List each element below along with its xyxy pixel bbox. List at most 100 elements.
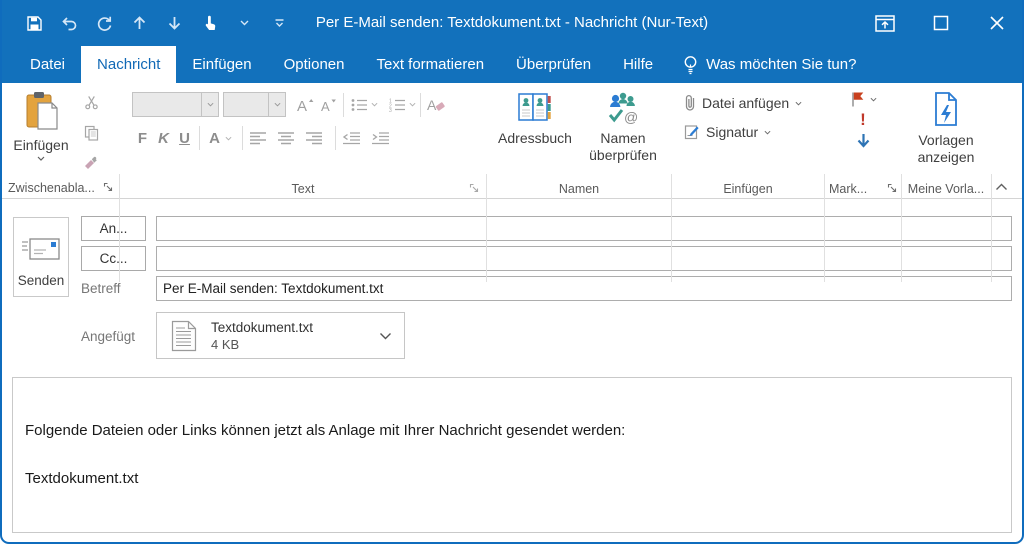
align-center-icon bbox=[275, 127, 298, 150]
tab-ueberpruefen[interactable]: Überprüfen bbox=[500, 46, 607, 83]
font-color-button: A bbox=[204, 130, 225, 147]
to-button[interactable]: An... bbox=[81, 216, 146, 241]
clear-formatting-icon: A bbox=[425, 93, 448, 116]
svg-text:3: 3 bbox=[389, 108, 392, 112]
compose-header: Senden An... Cc... Betreff Angefügt Text… bbox=[2, 199, 1022, 377]
tab-hilfe[interactable]: Hilfe bbox=[607, 46, 669, 83]
attachment-filesize: 4 KB bbox=[211, 337, 313, 352]
close-icon[interactable] bbox=[986, 12, 1008, 34]
bold-button: F bbox=[132, 130, 153, 147]
tell-me-search[interactable]: Was möchten Sie tun? bbox=[683, 46, 856, 83]
body-line-1: Folgende Dateien oder Links können jetzt… bbox=[25, 422, 997, 440]
quick-access-toolbar bbox=[24, 0, 289, 46]
redo-icon[interactable] bbox=[94, 13, 114, 33]
templates-icon bbox=[931, 91, 961, 127]
move-down-icon[interactable] bbox=[164, 13, 184, 33]
group-text: A A 123 A F bbox=[120, 83, 486, 199]
tab-einfuegen[interactable]: Einfügen bbox=[176, 46, 267, 83]
names-group-label: Namen bbox=[487, 182, 671, 196]
text-file-icon bbox=[171, 320, 197, 352]
text-group-label: Text bbox=[120, 182, 486, 196]
attach-file-label: Datei anfügen bbox=[702, 95, 789, 111]
touch-mode-icon[interactable] bbox=[199, 13, 219, 33]
signature-button[interactable]: Signatur bbox=[684, 120, 824, 144]
group-names: Adressbuch @ Namen überprüfen Namen bbox=[487, 83, 671, 199]
cc-button[interactable]: Cc... bbox=[81, 246, 146, 271]
align-left-icon bbox=[247, 127, 270, 150]
clipboard-dialog-launcher-icon[interactable] bbox=[102, 181, 115, 194]
svg-text:@: @ bbox=[624, 109, 638, 125]
address-book-label: Adressbuch bbox=[498, 130, 572, 147]
underline-button: U bbox=[174, 130, 195, 147]
collapse-ribbon-icon[interactable] bbox=[995, 183, 1008, 191]
group-tags: ! Mark... bbox=[825, 83, 901, 199]
svg-text:A: A bbox=[321, 99, 330, 113]
chevron-down-icon[interactable] bbox=[234, 13, 254, 33]
chevron-down-icon bbox=[225, 136, 232, 141]
svg-text:A: A bbox=[427, 97, 437, 113]
undo-icon[interactable] bbox=[59, 13, 79, 33]
templates-group-label: Meine Vorla... bbox=[902, 182, 990, 196]
tab-nachricht[interactable]: Nachricht bbox=[81, 46, 176, 83]
check-names-icon: @ bbox=[604, 91, 642, 125]
attachment-filename: Textdokument.txt bbox=[211, 320, 313, 335]
subject-field[interactable] bbox=[156, 276, 1012, 301]
shrink-font-icon: A bbox=[316, 93, 339, 116]
address-book-icon bbox=[517, 91, 553, 125]
tab-optionen[interactable]: Optionen bbox=[268, 46, 361, 83]
increase-indent-icon bbox=[369, 127, 392, 150]
paperclip-icon bbox=[684, 94, 696, 112]
maximize-icon[interactable] bbox=[930, 12, 952, 34]
ribbon-tab-bar: Datei Nachricht Einfügen Optionen Text f… bbox=[0, 46, 1024, 83]
font-name-select bbox=[132, 92, 219, 117]
tab-text-formatieren[interactable]: Text formatieren bbox=[361, 46, 501, 83]
font-size-select bbox=[223, 92, 286, 117]
copy-icon bbox=[84, 125, 99, 141]
minimize-icon[interactable] bbox=[874, 12, 896, 34]
format-painter-icon bbox=[83, 156, 99, 171]
chevron-down-icon bbox=[371, 102, 378, 107]
chevron-down-icon bbox=[870, 97, 877, 102]
signature-icon bbox=[684, 124, 700, 140]
group-templates: Vorlagen anzeigen Meine Vorla... bbox=[902, 83, 990, 199]
decrease-indent-icon bbox=[340, 127, 363, 150]
move-up-icon[interactable] bbox=[129, 13, 149, 33]
send-label: Senden bbox=[18, 273, 65, 288]
attach-file-button[interactable]: Datei anfügen bbox=[684, 91, 824, 115]
to-field[interactable] bbox=[156, 216, 1012, 241]
window-title: Per E-Mail senden: Textdokument.txt - Na… bbox=[316, 0, 708, 46]
save-icon[interactable] bbox=[24, 13, 44, 33]
svg-text:A: A bbox=[297, 98, 307, 113]
flag-icon bbox=[850, 91, 865, 108]
cc-field[interactable] bbox=[156, 246, 1012, 271]
attachment-options-chevron-icon[interactable] bbox=[379, 332, 392, 340]
body-line-2: Textdokument.txt bbox=[25, 470, 997, 488]
send-envelope-icon bbox=[21, 237, 61, 263]
tab-datei[interactable]: Datei bbox=[14, 46, 81, 83]
customize-quick-access-icon[interactable] bbox=[269, 13, 289, 33]
subject-label: Betreff bbox=[81, 281, 121, 296]
tags-dialog-launcher-icon[interactable] bbox=[886, 182, 899, 195]
attachment-chip[interactable]: Textdokument.txt 4 KB bbox=[156, 312, 405, 359]
message-body[interactable]: Folgende Dateien oder Links können jetzt… bbox=[12, 377, 1012, 533]
paste-label: Einfügen bbox=[13, 137, 68, 153]
lightbulb-icon bbox=[683, 55, 698, 75]
chevron-down-icon bbox=[409, 102, 416, 107]
show-templates-label: Vorlagen anzeigen bbox=[906, 132, 986, 166]
window-controls bbox=[874, 0, 1008, 46]
text-dialog-launcher-icon[interactable] bbox=[468, 182, 481, 195]
low-importance-button[interactable] bbox=[857, 133, 870, 149]
follow-up-button[interactable] bbox=[850, 91, 877, 108]
align-right-icon bbox=[303, 127, 326, 150]
group-include: Datei anfügen Signatur Einfügen bbox=[672, 83, 824, 199]
high-importance-button[interactable]: ! bbox=[860, 111, 866, 129]
paste-clipboard-icon bbox=[23, 91, 59, 133]
chevron-down-icon bbox=[274, 102, 281, 107]
check-names-label: Namen überprüfen bbox=[580, 130, 666, 164]
send-button[interactable]: Senden bbox=[13, 217, 69, 297]
chevron-down-icon bbox=[207, 102, 214, 107]
ribbon-collapse-area bbox=[992, 83, 1022, 199]
italic-button: K bbox=[153, 130, 174, 147]
tell-me-label: Was möchten Sie tun? bbox=[706, 56, 856, 73]
ribbon: Einfügen Zwischenabla... bbox=[2, 83, 1022, 199]
